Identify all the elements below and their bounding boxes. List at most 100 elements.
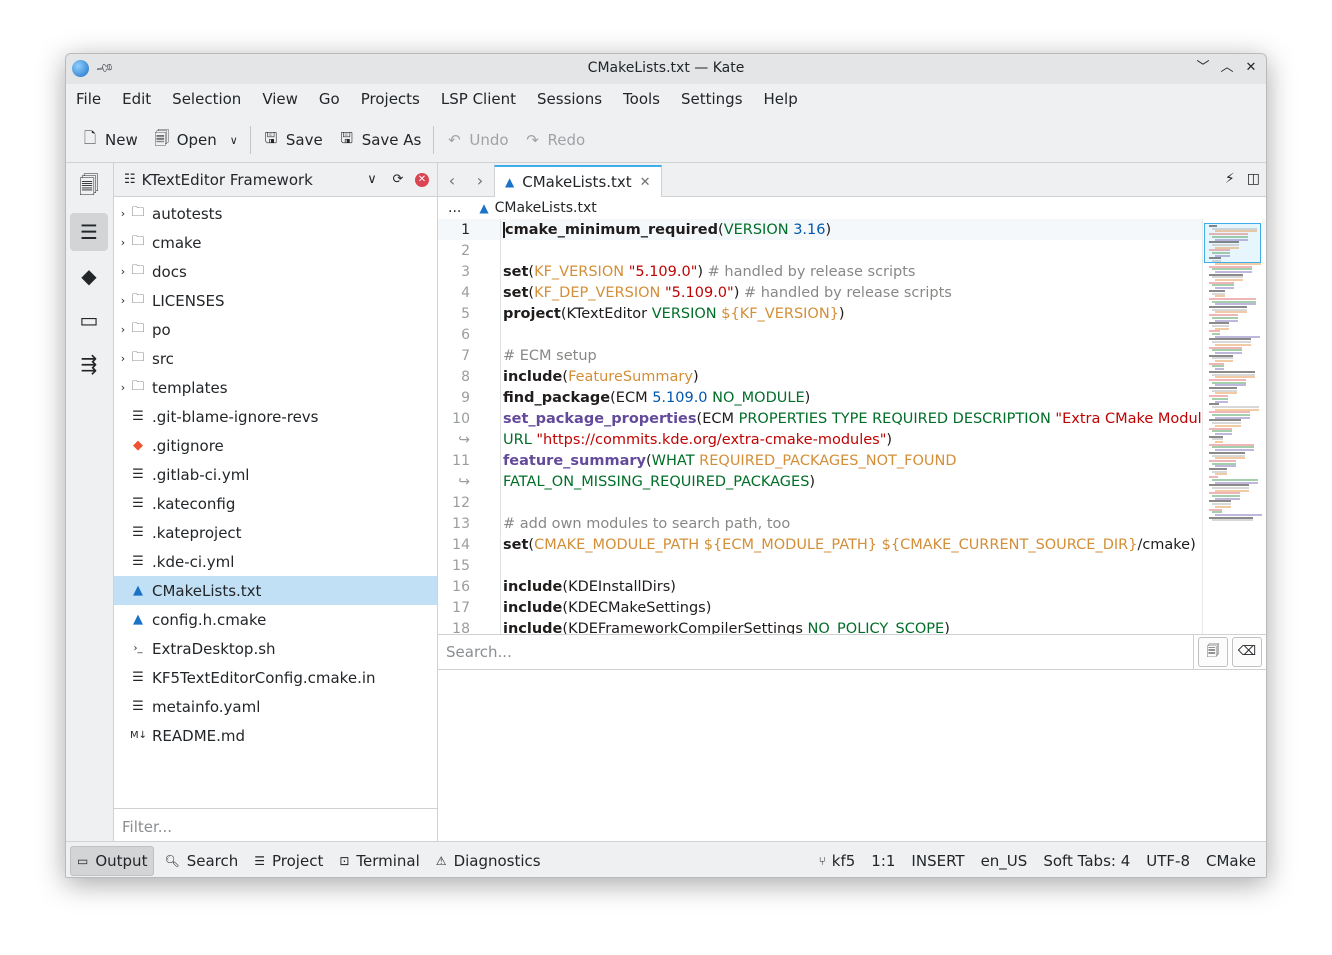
project-selector[interactable]: KTextEditor Framework [142,171,359,189]
quick-open-icon[interactable]: ⚡︎ [1225,171,1235,187]
code-line[interactable]: 18 include(KDEFrameworkCompilerSettings N… [438,618,1266,635]
save-as-button[interactable]: 🖫 Save As [331,124,430,156]
code-line[interactable]: 8 include(FeatureSummary) [438,366,1266,387]
new-button[interactable]: 🗋 New [74,124,146,156]
breadcrumb-file[interactable]: CMakeLists.txt [495,200,597,216]
search-tab[interactable]: 🔍︎ Search [158,846,244,876]
projects-sidebar-button[interactable]: ☰ [70,213,108,251]
menu-go[interactable]: Go [311,84,348,114]
tab-cmakelists[interactable]: ▲ CMakeLists.txt ✕ [494,165,662,197]
close-tab-icon[interactable]: ✕ [640,175,651,190]
cursor-position[interactable]: 1:1 [871,852,895,870]
tree-item[interactable]: › 🗀 src [114,344,437,373]
code-line[interactable]: 7 # ECM setup [438,345,1266,366]
expand-chevron-icon[interactable]: › [116,323,130,336]
tree-item[interactable]: ☰ .kateproject [114,518,437,547]
project-tab[interactable]: ☰ Project [248,846,329,876]
tree-item[interactable]: ☰ metainfo.yaml [114,692,437,721]
menu-view[interactable]: View [254,84,306,114]
expand-chevron-icon[interactable]: › [116,236,130,249]
dictionary[interactable]: en_US [981,852,1028,870]
redo-button[interactable]: ↷ Redo [517,124,594,156]
reload-icon[interactable]: ⟳ [385,172,411,187]
open-dropdown-icon[interactable]: ∨ [230,134,238,147]
minimap[interactable] [1202,219,1262,634]
code-line[interactable]: 2 [438,240,1266,261]
tree-item[interactable]: ▲ config.h.cmake [114,605,437,634]
tree-item[interactable]: ›_ ExtraDesktop.sh [114,634,437,663]
minimize-button[interactable]: ﹀ [1194,58,1212,78]
branch-indicator[interactable]: ⑂ kf5 [819,852,856,870]
tree-item[interactable]: ☰ .gitlab-ci.yml [114,460,437,489]
expand-chevron-icon[interactable]: › [116,265,130,278]
menu-projects[interactable]: Projects [353,84,428,114]
open-button[interactable]: 🗐 Open ∨ [146,124,246,156]
tree-item[interactable]: ◆ .gitignore [114,431,437,460]
tab-back-icon[interactable]: ‹ [438,166,466,196]
expand-chevron-icon[interactable]: › [116,352,130,365]
code-line[interactable]: 17 include(KDECMakeSettings) [438,597,1266,618]
close-project-icon[interactable]: ✕ [415,172,429,187]
tree-item[interactable]: › 🗀 LICENSES [114,286,437,315]
code-line[interactable]: 6 [438,324,1266,345]
input-mode[interactable]: INSERT [911,852,964,870]
tree-item[interactable]: ☰ KF5TextEditorConfig.cmake.in [114,663,437,692]
undo-button[interactable]: ↶ Undo [438,124,516,156]
project-dropdown-icon[interactable]: ∨ [359,172,385,187]
diagnostics-tab[interactable]: ⚠︎ Diagnostics [430,846,547,876]
filter-input[interactable]: Filter... [114,808,437,842]
menu-settings[interactable]: Settings [673,84,751,114]
symbols-sidebar-button[interactable]: ⇶ [70,345,108,383]
expand-chevron-icon[interactable]: › [116,381,130,394]
code-line[interactable]: 9 find_package(ECM 5.109.0 NO_MODULE) [438,387,1266,408]
tree-item[interactable]: ☰ .kde-ci.yml [114,547,437,576]
code-line[interactable]: 11 feature_summary(WHAT REQUIRED_PACKAGES… [438,450,1266,471]
code-line[interactable]: 1 cmake_minimum_required(VERSION 3.16) [438,219,1266,240]
code-view[interactable]: 1 cmake_minimum_required(VERSION 3.16) 2 3 s… [438,219,1266,635]
menu-sessions[interactable]: Sessions [529,84,610,114]
documents-sidebar-button[interactable]: 🗐 [70,169,108,207]
save-button[interactable]: 🖫 Save [255,124,331,156]
encoding[interactable]: UTF-8 [1146,852,1190,870]
tree-item[interactable]: › 🗀 po [114,315,437,344]
tree-item[interactable]: M↓ README.md [114,721,437,750]
tree-item[interactable]: ▲ CMakeLists.txt [114,576,437,605]
menu-edit[interactable]: Edit [114,84,159,114]
tree-item[interactable]: › 🗀 cmake [114,228,437,257]
tree-item[interactable]: › 🗀 docs [114,257,437,286]
git-sidebar-button[interactable]: ◆ [70,257,108,295]
indentation[interactable]: Soft Tabs: 4 [1043,852,1130,870]
code-line[interactable]: 5 project(KTextEditor VERSION ${KF_VERSIO… [438,303,1266,324]
tree-item[interactable]: ☰ .kateconfig [114,489,437,518]
menu-selection[interactable]: Selection [164,84,249,114]
search-input[interactable] [438,635,1194,669]
code-line[interactable]: 14 set(CMAKE_MODULE_PATH ${ECM_MODULE_PAT… [438,534,1266,555]
menu-help[interactable]: Help [756,84,806,114]
expand-chevron-icon[interactable]: › [116,294,130,307]
breadcrumb-dots[interactable]: ... [448,200,461,216]
menu-file[interactable]: File [68,84,109,114]
code-line[interactable]: 3 set(KF_VERSION "5.109.0") # handled by … [438,261,1266,282]
code-line[interactable]: 10 set_package_properties(ECM PROPERTIES … [438,408,1266,429]
terminal-tab[interactable]: ⊡ Terminal [333,846,425,876]
maximize-button[interactable]: ︿ [1218,58,1236,78]
menu-tools[interactable]: Tools [615,84,668,114]
tree-item[interactable]: › 🗀 autotests [114,199,437,228]
expand-chevron-icon[interactable]: › [116,207,130,220]
tab-forward-icon[interactable]: › [466,166,494,196]
code-line[interactable]: 15 [438,555,1266,576]
syntax-mode[interactable]: CMake [1206,852,1256,870]
split-view-icon[interactable]: ◫ [1247,171,1260,187]
copy-output-button[interactable]: 🗐 [1198,637,1228,667]
tree-item[interactable]: ☰ .git-blame-ignore-revs [114,402,437,431]
code-line[interactable]: 16 include(KDEInstallDirs) [438,576,1266,597]
clear-output-button[interactable]: ⌫ [1232,637,1262,667]
menu-lsp-client[interactable]: LSP Client [433,84,524,114]
code-line[interactable]: ↪ URL "https://commits.kde.org/extra-cmak… [438,429,1266,450]
close-window-button[interactable]: ✕ [1242,58,1260,78]
tree-item[interactable]: › 🗀 templates [114,373,437,402]
filesystem-sidebar-button[interactable]: ▭ [70,301,108,339]
code-line[interactable]: 12 [438,492,1266,513]
output-tab[interactable]: ▭ Output [70,845,155,876]
code-line[interactable]: 4 set(KF_DEP_VERSION "5.109.0") # handled… [438,282,1266,303]
